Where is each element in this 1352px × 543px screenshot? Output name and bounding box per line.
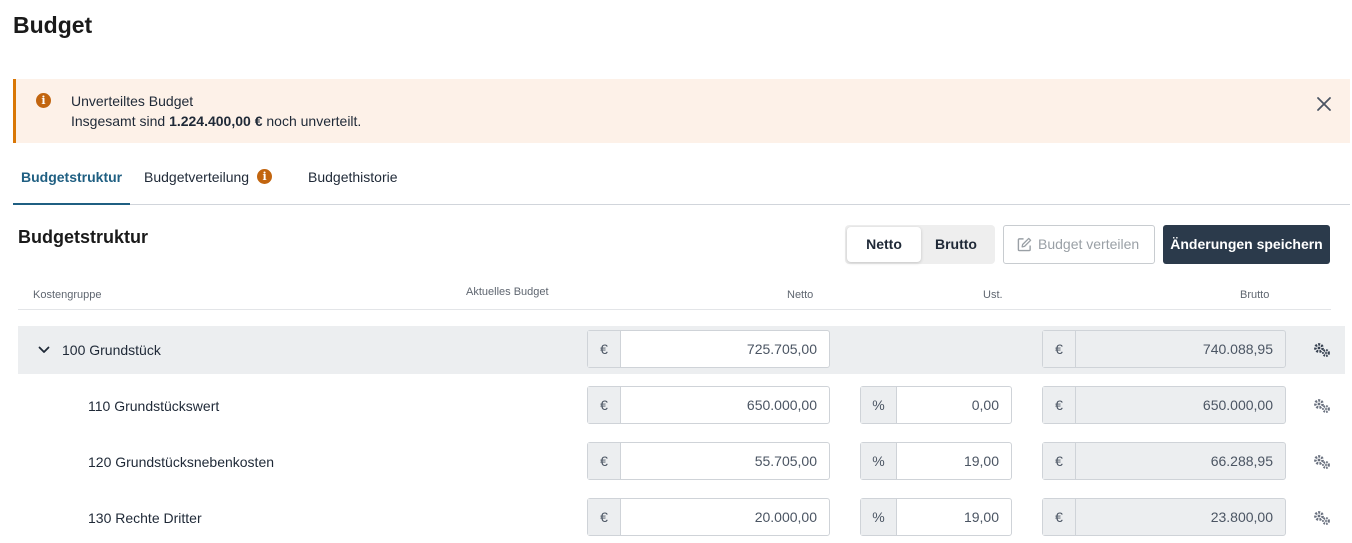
toggle-netto[interactable]: Netto xyxy=(847,227,921,262)
page-title: Budget xyxy=(13,12,93,38)
percent-prefix: % xyxy=(861,443,897,479)
row-label: 100 Grundstück xyxy=(62,342,161,358)
netto-value: 20.000,00 xyxy=(754,509,817,525)
brutto-field: € 650.000,00 xyxy=(1042,386,1286,424)
netto-value: 55.705,00 xyxy=(754,453,817,469)
info-badge-icon: i xyxy=(257,169,273,185)
gears-icon[interactable] xyxy=(1313,454,1331,470)
row-label: 120 Grundstücksnebenkosten xyxy=(88,454,275,470)
save-changes-button[interactable]: Änderungen speichern xyxy=(1163,225,1330,264)
header-divider xyxy=(18,309,1331,310)
currency-prefix: € xyxy=(588,499,621,535)
netto-input[interactable]: € 650.000,00 xyxy=(587,386,830,424)
edit-icon xyxy=(1017,237,1032,252)
table-row: 110 Grundstückswert € 650.000,00 % 0,00 … xyxy=(18,382,1345,430)
chevron-down-icon[interactable] xyxy=(38,344,50,356)
ust-value: 19,00 xyxy=(963,453,999,469)
table-row: 120 Grundstücksnebenkosten € 55.705,00 %… xyxy=(18,438,1345,486)
brutto-value: 740.088,95 xyxy=(1202,341,1273,357)
currency-prefix: € xyxy=(1043,387,1076,423)
percent-prefix: % xyxy=(861,387,897,423)
brutto-field: € 23.800,00 xyxy=(1042,498,1286,536)
brutto-value: 23.800,00 xyxy=(1210,509,1273,525)
tab-label: Budgetstruktur xyxy=(21,169,123,185)
unallocated-budget-alert: i Unverteiltes Budget Insgesamt sind 1.2… xyxy=(13,79,1350,143)
currency-prefix: € xyxy=(588,387,621,423)
ust-value: 19,00 xyxy=(963,509,999,525)
column-header-brutto: Brutto xyxy=(1240,289,1270,301)
column-header-netto: Netto xyxy=(787,289,814,301)
tab-label: Budgethistorie xyxy=(308,169,398,185)
toggle-brutto[interactable]: Brutto xyxy=(919,227,993,262)
currency-prefix: € xyxy=(588,443,621,479)
column-header-kostengruppe: Kostengruppe xyxy=(33,289,102,301)
gears-icon[interactable] xyxy=(1313,342,1331,358)
brutto-value: 66.288,95 xyxy=(1210,453,1273,469)
alert-amount: 1.224.400,00 € xyxy=(169,113,263,129)
netto-input[interactable]: € 725.705,00 xyxy=(587,330,830,368)
netto-brutto-toggle: Netto Brutto xyxy=(845,225,995,264)
distribute-budget-button[interactable]: Budget verteilen xyxy=(1003,225,1155,264)
table-row-group: 100 Grundstück € 725.705,00 € 740.088,95 xyxy=(18,326,1345,374)
currency-prefix: € xyxy=(1043,499,1076,535)
ust-input[interactable]: % 19,00 xyxy=(860,498,1012,536)
distribute-budget-label: Budget verteilen xyxy=(1038,236,1140,252)
brutto-value: 650.000,00 xyxy=(1202,397,1273,413)
tab-budgetstruktur[interactable]: Budgetstruktur xyxy=(13,158,131,205)
brutto-field: € 66.288,95 xyxy=(1042,442,1286,480)
ust-value: 0,00 xyxy=(971,397,999,413)
ust-input[interactable]: % 19,00 xyxy=(860,442,1012,480)
row-label: 130 Rechte Dritter xyxy=(88,510,202,526)
tab-bar: Budgetstruktur Budgetverteilung i Budgeth… xyxy=(13,158,1350,205)
alert-title: Unverteiltes Budget xyxy=(71,93,194,109)
tab-budgetverteilung[interactable]: Budgetverteilung i xyxy=(136,158,280,205)
currency-prefix: € xyxy=(1043,331,1076,367)
netto-value: 650.000,00 xyxy=(746,397,817,413)
close-icon[interactable] xyxy=(1316,96,1332,112)
alert-text-before: Insgesamt sind xyxy=(71,113,170,129)
alert-text-after: noch unverteilt. xyxy=(262,113,362,129)
brutto-field: € 740.088,95 xyxy=(1042,330,1286,368)
column-header-aktuelles-budget: Aktuelles Budget xyxy=(466,286,549,298)
ust-input[interactable]: % 0,00 xyxy=(860,386,1012,424)
tab-label: Budgetverteilung xyxy=(144,169,250,185)
gears-icon[interactable] xyxy=(1313,510,1331,526)
gears-icon[interactable] xyxy=(1313,398,1331,414)
alert-text: Insgesamt sind 1.224.400,00 € noch unver… xyxy=(71,113,361,129)
column-header-ust: Ust. xyxy=(983,289,1003,301)
row-label: 110 Grundstückswert xyxy=(88,398,220,414)
percent-prefix: % xyxy=(861,499,897,535)
tab-budgethistorie[interactable]: Budgethistorie xyxy=(300,158,406,205)
netto-input[interactable]: € 55.705,00 xyxy=(587,442,830,480)
currency-prefix: € xyxy=(588,331,621,367)
netto-input[interactable]: € 20.000,00 xyxy=(587,498,830,536)
table-row: 130 Rechte Dritter € 20.000,00 % 19,00 €… xyxy=(18,494,1345,542)
currency-prefix: € xyxy=(1043,443,1076,479)
info-icon: i xyxy=(36,93,51,108)
section-title: Budgetstruktur xyxy=(18,227,148,247)
netto-value: 725.705,00 xyxy=(746,341,817,357)
